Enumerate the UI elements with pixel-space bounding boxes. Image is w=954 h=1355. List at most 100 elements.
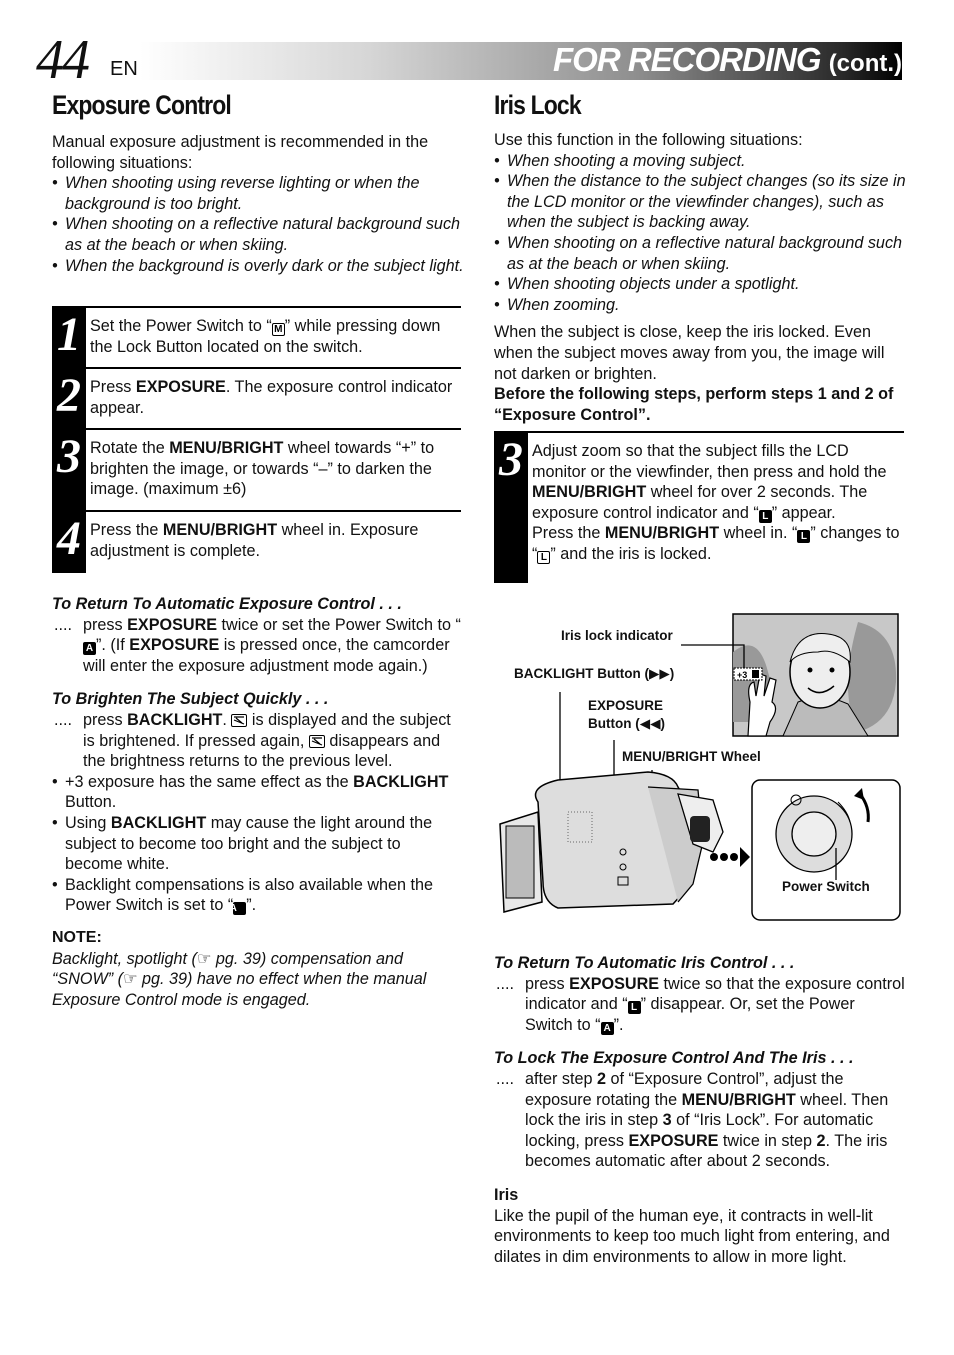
- text: ”. (If: [96, 636, 130, 655]
- iris-lock-section: Iris Lock Use this function in the follo…: [494, 90, 906, 425]
- glossary-definition: Like the pupil of the human eye, it cont…: [494, 1206, 890, 1266]
- text: wheel in. “: [719, 524, 798, 543]
- iris-lock-indicator-label: Iris lock indicator: [561, 628, 673, 643]
- text: press: [525, 974, 570, 993]
- backlight-button-ref: BACKLIGHT: [353, 772, 449, 791]
- iris-paragraph: When the subject is close, keep the iris…: [494, 323, 885, 383]
- list-item: When shooting using reverse lighting or …: [52, 173, 472, 214]
- step-3: 3 Adjust zoom so that the subject fills …: [494, 431, 904, 587]
- label-line: EXPOSURE: [588, 698, 664, 713]
- backlight-icon: [308, 734, 325, 748]
- exposure-button-ref: EXPOSURE: [135, 378, 226, 396]
- text: twice in step: [718, 1131, 817, 1150]
- step-ref: 3: [662, 1111, 672, 1130]
- brighten-subject-text: .... press BACKLIGHT. is displayed and t…: [52, 710, 462, 772]
- exposure-steps: 1 Set the Power Switch to “M” while pres…: [52, 306, 461, 578]
- step-number: 2: [57, 369, 81, 422]
- text: Button.: [65, 793, 117, 812]
- backlight-button-ref: BACKLIGHT: [127, 710, 223, 729]
- list-item: When shooting on a reflective natural ba…: [494, 233, 906, 274]
- leader-dots: ....: [496, 1069, 514, 1088]
- iris-prerequisite: Before the following steps, perform step…: [494, 385, 894, 424]
- locked-icon: L: [537, 550, 551, 564]
- return-auto-exposure-text: .... press EXPOSURE twice or set the Pow…: [52, 615, 462, 677]
- power-switch-label: Power Switch: [782, 879, 870, 894]
- leader-dots: ....: [496, 974, 514, 993]
- list-item: When shooting a moving subject.: [494, 151, 906, 172]
- lock-indicator-icon: L: [797, 530, 811, 544]
- list-item: When zooming.: [494, 295, 906, 316]
- section-title: FOR RECORDING (cont.): [553, 40, 902, 84]
- exposure-tips: To Return To Automatic Exposure Control …: [52, 594, 462, 1010]
- text: .: [222, 710, 232, 729]
- step-4: 4 Press the MENU/BRIGHT wheel in. Exposu…: [52, 510, 461, 578]
- step-text: Press: [90, 378, 136, 396]
- text: press: [83, 615, 128, 634]
- exposure-intro: Manual exposure adjustment is recommende…: [52, 133, 429, 172]
- arrow-right-icon: [740, 847, 750, 867]
- menu-bright-ref: MENU/BRIGHT: [604, 524, 720, 543]
- backlight-button-label: BACKLIGHT Button (▶▶): [514, 666, 675, 681]
- text: twice or set the Power Switch to “: [217, 615, 461, 634]
- step-ref: 2: [596, 1069, 606, 1088]
- auto-mode-icon: A: [83, 642, 96, 656]
- list-item: Backlight compensations is also availabl…: [52, 875, 462, 916]
- backlight-icon: [231, 713, 248, 727]
- step-text: Set the Power Switch to “: [90, 317, 272, 335]
- display-readout: +3: [737, 670, 747, 680]
- exposure-control-heading: Exposure Control: [52, 90, 232, 120]
- glossary-term: Iris: [494, 1185, 519, 1204]
- iris-steps: 3 Adjust zoom so that the subject fills …: [494, 431, 904, 587]
- exposure-button-label: EXPOSURE Button (◀◀): [588, 697, 665, 733]
- step-1: 1 Set the Power Switch to “M” while pres…: [52, 306, 461, 367]
- page-language: EN: [110, 58, 138, 80]
- page-number: 44: [36, 29, 90, 91]
- return-auto-iris-text: .... press EXPOSURE twice so that the ex…: [494, 974, 906, 1036]
- step-text: Press the: [90, 521, 163, 539]
- text: Adjust zoom so that the subject fills th…: [532, 442, 887, 481]
- lock-both-text: .... after step 2 of “Exposure Control”,…: [494, 1069, 906, 1172]
- list-item: When shooting objects under a spotlight.: [494, 274, 906, 295]
- lock-both-title: To Lock The Exposure Control And The Iri…: [494, 1049, 854, 1068]
- menu-bright-wheel-label: MENU/BRIGHT Wheel: [622, 749, 761, 764]
- text: ”.: [613, 1015, 624, 1034]
- list-item: When shooting on a reflective natural ba…: [52, 214, 472, 255]
- exposure-control-section: Exposure Control Manual exposure adjustm…: [52, 90, 472, 276]
- iris-situations-list: When shooting a moving subject. When the…: [494, 151, 906, 316]
- auto-mode-icon: A: [230, 902, 247, 916]
- menu-bright-ref: MENU/BRIGHT: [169, 439, 284, 457]
- text: Using: [65, 813, 111, 832]
- section-title-text: FOR RECORDING: [553, 41, 821, 78]
- step-text: Rotate the: [90, 439, 170, 457]
- list-item: +3 exposure has the same effect as the B…: [52, 772, 462, 813]
- list-item: When the distance to the subject changes…: [494, 171, 906, 233]
- lock-indicator-icon: L: [758, 509, 772, 523]
- step-number: 3: [57, 430, 81, 483]
- section-title-suffix: (cont.): [828, 50, 902, 77]
- step-number: 4: [57, 512, 81, 565]
- backlight-notes-list: +3 exposure has the same effect as the B…: [52, 772, 462, 916]
- return-auto-iris-title: To Return To Automatic Iris Control . . …: [494, 954, 795, 972]
- step-2: 2 Press EXPOSURE. The exposure control i…: [52, 367, 461, 428]
- menu-bright-ref: MENU/BRIGHT: [532, 483, 647, 502]
- leader-dots: ....: [54, 710, 72, 729]
- note-text: Backlight, spotlight (☞ pg. 39) compensa…: [52, 949, 427, 1009]
- label-line: Button (◀◀): [588, 716, 665, 731]
- auto-mode-icon: A: [600, 1021, 614, 1035]
- lock-indicator-icon: L: [627, 1001, 641, 1015]
- exposure-button-ref: EXPOSURE: [569, 974, 660, 993]
- step-number: 1: [57, 308, 81, 361]
- exposure-button-ref: EXPOSURE: [129, 636, 220, 655]
- text: after step: [525, 1069, 597, 1088]
- step-ref: 2: [816, 1131, 826, 1150]
- step-number: 3: [499, 433, 523, 486]
- return-auto-exposure-title: To Return To Automatic Exposure Control …: [52, 595, 402, 613]
- camcorder-icon: [499, 771, 724, 913]
- note-heading: NOTE:: [52, 928, 102, 946]
- step-3: 3 Rotate the MENU/BRIGHT wheel towards “…: [52, 428, 461, 510]
- exposure-situations-list: When shooting using reverse lighting or …: [52, 173, 472, 276]
- brighten-subject-title: To Brighten The Subject Quickly . . .: [52, 690, 329, 709]
- leader-dots: ....: [54, 615, 72, 634]
- text: +3 exposure has the same effect as the: [65, 772, 354, 791]
- list-item: Using BACKLIGHT may cause the light arou…: [52, 813, 462, 875]
